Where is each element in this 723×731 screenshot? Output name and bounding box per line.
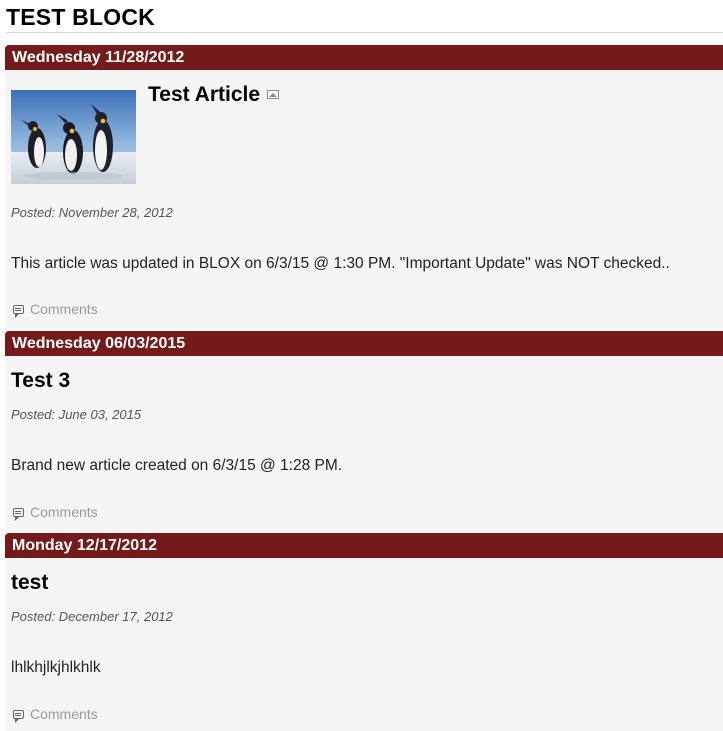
posted-date: Posted: December 17, 2012 [11,609,173,624]
comments-label[interactable]: Comments [30,706,98,722]
date-bar: Wednesday 11/28/2012 [5,45,723,70]
date-bar: Wednesday 06/03/2015 [5,331,723,356]
article-item: test Posted: December 17, 2012 lhlkhjlkj… [5,558,723,731]
comments-link[interactable]: Comments [13,504,98,521]
date-bar: Monday 12/17/2012 [5,533,723,558]
comment-icon [13,709,24,723]
article-body: Brand new article created on 6/3/15 @ 1:… [11,457,343,474]
posted-date: Posted: June 03, 2015 [11,407,142,422]
image-icon [267,90,280,99]
article-title[interactable]: test [11,571,48,595]
article-body: This article was updated in BLOX on 6/3/… [11,255,670,272]
comments-label[interactable]: Comments [30,504,98,520]
comments-label[interactable]: Comments [30,301,98,317]
article-title[interactable]: Test 3 [11,369,70,393]
article-item: Test 3 Posted: June 03, 2015 Brand new a… [5,356,723,533]
article-title-link[interactable]: Test Article [148,83,260,106]
comments-link[interactable]: Comments [13,301,98,318]
title-divider [6,32,723,33]
comments-link[interactable]: Comments [13,706,98,723]
article-item: Test Article Posted: November 28, 2012 T… [5,70,723,330]
block-title: TEST BLOCK [6,4,155,30]
article-title[interactable]: Test Article [148,83,280,107]
penguins-image [11,90,136,184]
article-body: lhlkhjlkjhlkhlk [11,659,101,676]
comment-icon [13,507,24,521]
posted-date: Posted: November 28, 2012 [11,205,173,220]
comment-icon [13,304,24,318]
article-thumbnail[interactable] [11,90,136,184]
